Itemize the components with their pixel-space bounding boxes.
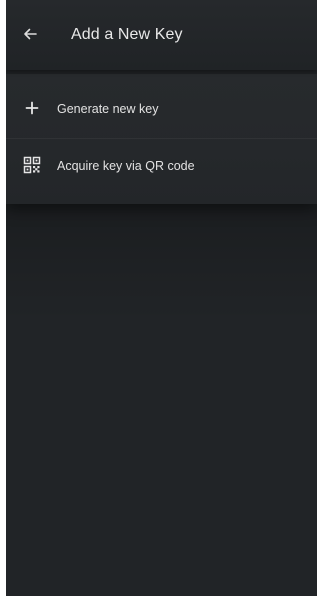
qr-code-icon [22,155,42,175]
app-screen: Add a New Key Generate new key Acquire k… [6,0,317,596]
background-scrim [6,204,317,324]
generate-new-key-item[interactable]: Generate new key [6,82,317,138]
acquire-key-qr-item[interactable]: Acquire key via QR code [6,138,317,195]
arrow-left-icon [24,28,37,40]
acquire-key-qr-label: Acquire key via QR code [57,159,195,173]
page-title: Add a New Key [71,26,183,43]
app-bar: Add a New Key [6,0,317,70]
generate-new-key-label: Generate new key [57,102,159,116]
back-button[interactable] [18,22,42,46]
add-key-menu: Generate new key Acquire key via QR code [6,74,317,204]
plus-icon [22,98,42,118]
